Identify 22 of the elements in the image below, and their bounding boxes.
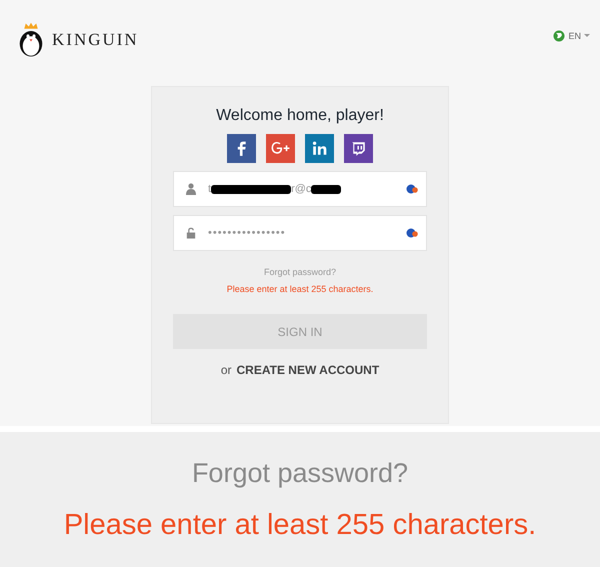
- linkedin-login-button[interactable]: [305, 134, 334, 163]
- caret-icon: [584, 34, 590, 38]
- email-field[interactable]: t r@c: [173, 171, 427, 207]
- language-selector[interactable]: EN: [553, 30, 590, 42]
- user-icon: [186, 183, 196, 195]
- redaction-bar: [311, 184, 342, 194]
- error-message: Please enter at least 255 characters.: [64, 509, 536, 542]
- twitch-login-button[interactable]: [344, 134, 373, 163]
- extension-icon: [406, 228, 418, 238]
- extension-icon: [406, 184, 418, 194]
- or-text: or: [220, 363, 232, 377]
- globe-icon: [553, 30, 566, 42]
- password-field[interactable]: ••••••••••••••••: [173, 215, 427, 251]
- forgot-password-text: Forgot password?: [192, 458, 408, 489]
- google-login-button[interactable]: [266, 134, 295, 163]
- create-account-link[interactable]: CREATE NEW ACCOUNT: [236, 363, 380, 377]
- error-message: Please enter at least 255 characters.: [226, 284, 374, 294]
- logo-text: KINGUIN: [52, 30, 139, 50]
- welcome-title: Welcome home, player!: [216, 107, 384, 125]
- facebook-login-button[interactable]: [227, 134, 256, 163]
- forgot-password-link[interactable]: Forgot password?: [264, 267, 336, 277]
- padlock-icon: [186, 227, 196, 239]
